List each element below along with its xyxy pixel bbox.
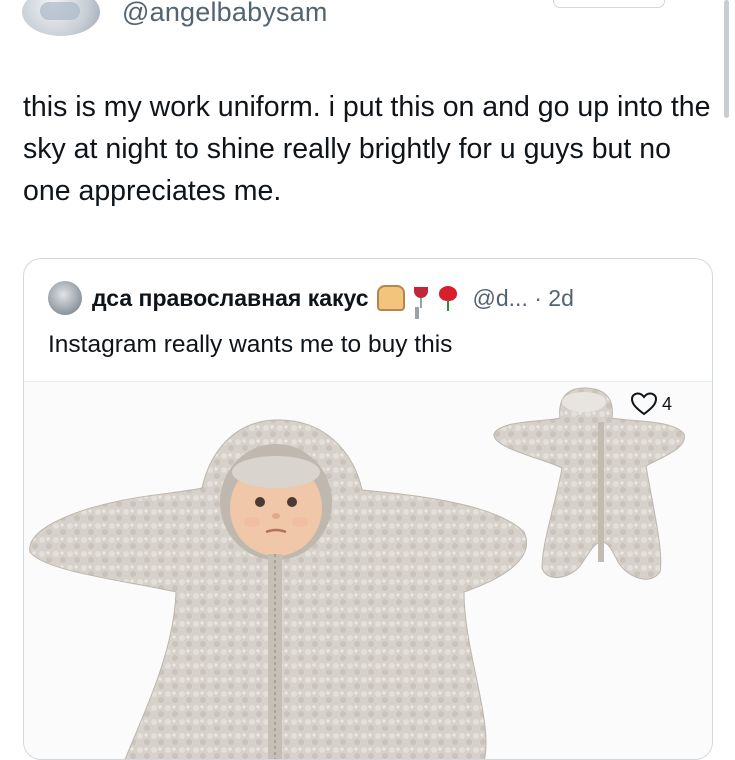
avatar[interactable] <box>22 0 100 36</box>
like-count-badge[interactable]: 4 <box>630 392 672 416</box>
heart-icon <box>630 392 657 416</box>
like-count: 4 <box>661 393 672 414</box>
user-handle[interactable]: @angelbabysam <box>122 0 328 28</box>
star-baby-sleepsuit-image-icon <box>29 387 685 759</box>
quoted-media-image[interactable]: 4 <box>24 381 712 759</box>
scrollbar[interactable] <box>724 0 729 118</box>
quoted-tweet-header: дса православная какус @d... · 2d <box>48 281 574 315</box>
quoted-tweet-text: Instagram really wants me to buy this <box>48 331 453 358</box>
bread-emoji-icon <box>376 285 405 311</box>
quoted-display-name[interactable]: дса православная какус <box>92 285 369 312</box>
tweet-header: @angelbabysam <box>22 0 328 36</box>
follow-button[interactable] <box>553 0 665 8</box>
quoted-avatar[interactable] <box>48 281 82 315</box>
tweet-text: this is my work uniform. i put this on a… <box>23 91 711 207</box>
wine-glass-emoji-icon <box>413 285 429 311</box>
quoted-tweet[interactable]: дса православная какус @d... · 2d Instag… <box>23 258 713 760</box>
rose-emoji-icon <box>437 285 461 311</box>
quoted-handle-time[interactable]: @d... · 2d <box>473 285 574 312</box>
